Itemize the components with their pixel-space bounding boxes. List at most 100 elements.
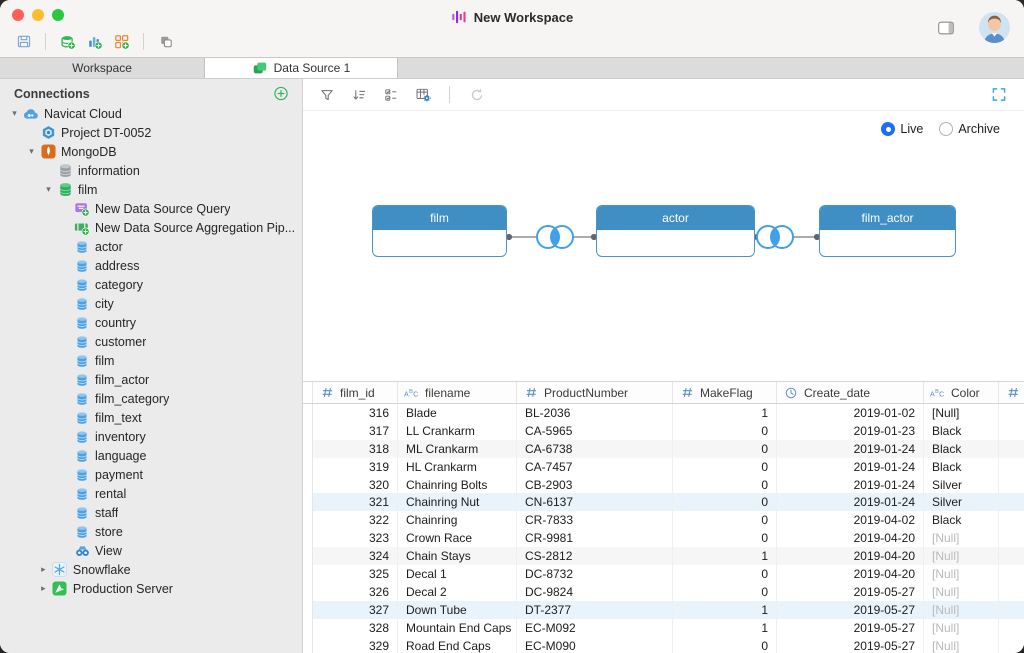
cell-makeflag[interactable]: 0 [673, 637, 777, 653]
cell-n[interactable] [999, 458, 1024, 476]
cell-n[interactable] [999, 476, 1024, 494]
chevron-down-icon[interactable]: ▾ [25, 146, 38, 157]
tree-item-address[interactable]: address [0, 256, 302, 275]
cell-film_id[interactable]: 319 [313, 458, 398, 476]
tree-item-film-text[interactable]: film_text [0, 408, 302, 427]
inner-join-icon[interactable] [537, 226, 573, 248]
table-row[interactable]: 316BladeBL-203612019-01-02[Null] [303, 404, 1024, 422]
cell-n[interactable] [999, 565, 1024, 583]
cell-create_date[interactable]: 2019-05-27 [777, 637, 924, 653]
tree-item-new-data-source-query[interactable]: New Data Source Query [0, 199, 302, 218]
cell-film_id[interactable]: 317 [313, 422, 398, 440]
table-row[interactable]: 321Chainring NutCN-613702019-01-24Silver [303, 493, 1024, 511]
table-row[interactable]: 319HL CrankarmCA-745702019-01-24Black [303, 458, 1024, 476]
cell-makeflag[interactable]: 0 [673, 458, 777, 476]
panel-toggle-button[interactable] [932, 15, 959, 40]
cell-makeflag[interactable]: 0 [673, 422, 777, 440]
chevron-down-icon[interactable]: ▾ [42, 184, 55, 195]
tree-item-view[interactable]: View [0, 541, 302, 560]
cell-create_date[interactable]: 2019-01-24 [777, 476, 924, 494]
user-avatar[interactable] [979, 12, 1010, 43]
cell-film_id[interactable]: 324 [313, 547, 398, 565]
table-row[interactable]: 325Decal 1DC-873202019-04-20[Null] [303, 565, 1024, 583]
cell-create_date[interactable]: 2019-01-24 [777, 440, 924, 458]
cell-create_date[interactable]: 2019-05-27 [777, 583, 924, 601]
cell-film_id[interactable]: 318 [313, 440, 398, 458]
tree-item-film[interactable]: film [0, 351, 302, 370]
cell-makeflag[interactable]: 0 [673, 493, 777, 511]
cell-productnumber[interactable]: CA-7457 [517, 458, 673, 476]
cell-makeflag[interactable]: 0 [673, 476, 777, 494]
column-header-makeflag[interactable]: MakeFlag [673, 382, 777, 403]
tree-item-film[interactable]: ▾film [0, 180, 302, 199]
tree-item-production-server[interactable]: ▸Production Server [0, 579, 302, 598]
chevron-right-icon[interactable]: ▸ [37, 583, 50, 594]
cell-color[interactable]: [Null] [924, 565, 999, 583]
filter-button[interactable] [313, 82, 340, 107]
cell-filename[interactable]: Chainring [398, 511, 517, 529]
tree-item-film-actor[interactable]: film_actor [0, 370, 302, 389]
duplicate-button[interactable] [152, 29, 179, 54]
cell-makeflag[interactable]: 0 [673, 511, 777, 529]
cell-filename[interactable]: Road End Caps [398, 637, 517, 653]
cell-n[interactable] [999, 511, 1024, 529]
cell-n[interactable] [999, 493, 1024, 511]
radio-selected-icon[interactable] [881, 122, 895, 136]
table-row[interactable]: 318ML CrankarmCA-673802019-01-24Black [303, 440, 1024, 458]
tree-item-new-data-source-aggregation-pip[interactable]: New Data Source Aggregation Pip... [0, 218, 302, 237]
tree-item-staff[interactable]: staff [0, 503, 302, 522]
cell-film_id[interactable]: 322 [313, 511, 398, 529]
tree-item-store[interactable]: store [0, 522, 302, 541]
cell-makeflag[interactable]: 0 [673, 440, 777, 458]
cell-film_id[interactable]: 321 [313, 493, 398, 511]
table-row[interactable]: 323Crown RaceCR-998102019-04-20[Null] [303, 529, 1024, 547]
entity-film-actor[interactable]: film_actor [819, 205, 956, 257]
cell-color[interactable]: [Null] [924, 619, 999, 637]
cell-n[interactable] [999, 404, 1024, 422]
cell-productnumber[interactable]: CR-9981 [517, 529, 673, 547]
radio-unselected-icon[interactable] [939, 122, 953, 136]
tree-item-rental[interactable]: rental [0, 484, 302, 503]
tree-item-language[interactable]: language [0, 446, 302, 465]
projection-button[interactable] [377, 82, 404, 107]
entity-actor[interactable]: actor [596, 205, 755, 257]
cell-productnumber[interactable]: CS-2812 [517, 547, 673, 565]
tree-item-information[interactable]: information [0, 161, 302, 180]
cell-makeflag[interactable]: 1 [673, 404, 777, 422]
sort-button[interactable] [345, 82, 372, 107]
cell-productnumber[interactable]: EC-M090 [517, 637, 673, 653]
cell-n[interactable] [999, 583, 1024, 601]
cell-color[interactable]: Black [924, 422, 999, 440]
cell-create_date[interactable]: 2019-01-23 [777, 422, 924, 440]
tree-item-customer[interactable]: customer [0, 332, 302, 351]
tree-item-project-dt-0052[interactable]: Project DT-0052 [0, 123, 302, 142]
cell-productnumber[interactable]: BL-2036 [517, 404, 673, 422]
cell-color[interactable]: Black [924, 458, 999, 476]
cell-film_id[interactable]: 320 [313, 476, 398, 494]
table-row[interactable]: 320Chainring BoltsCB-290302019-01-24Silv… [303, 476, 1024, 494]
column-header-n[interactable]: N [999, 382, 1024, 403]
cell-n[interactable] [999, 637, 1024, 653]
tab-workspace[interactable]: Workspace [0, 58, 205, 78]
new-dashboard-button[interactable] [108, 29, 135, 54]
cell-productnumber[interactable]: CA-5965 [517, 422, 673, 440]
cell-makeflag[interactable]: 1 [673, 619, 777, 637]
cell-filename[interactable]: Crown Race [398, 529, 517, 547]
cell-create_date[interactable]: 2019-05-27 [777, 601, 924, 619]
cell-filename[interactable]: Decal 1 [398, 565, 517, 583]
cell-productnumber[interactable]: CN-6137 [517, 493, 673, 511]
cell-n[interactable] [999, 440, 1024, 458]
cell-film_id[interactable]: 329 [313, 637, 398, 653]
cell-makeflag[interactable]: 0 [673, 529, 777, 547]
cell-film_id[interactable]: 327 [313, 601, 398, 619]
refresh-button[interactable] [463, 82, 490, 107]
cell-film_id[interactable]: 325 [313, 565, 398, 583]
inner-join-icon[interactable] [757, 226, 793, 248]
cell-filename[interactable]: Blade [398, 404, 517, 422]
table-row[interactable]: 324Chain StaysCS-281212019-04-20[Null] [303, 547, 1024, 565]
table-row[interactable]: 322ChainringCR-783302019-04-02Black [303, 511, 1024, 529]
new-data-source-button[interactable] [54, 29, 81, 54]
cell-color[interactable]: Silver [924, 493, 999, 511]
cell-color[interactable]: [Null] [924, 529, 999, 547]
tree-item-film-category[interactable]: film_category [0, 389, 302, 408]
